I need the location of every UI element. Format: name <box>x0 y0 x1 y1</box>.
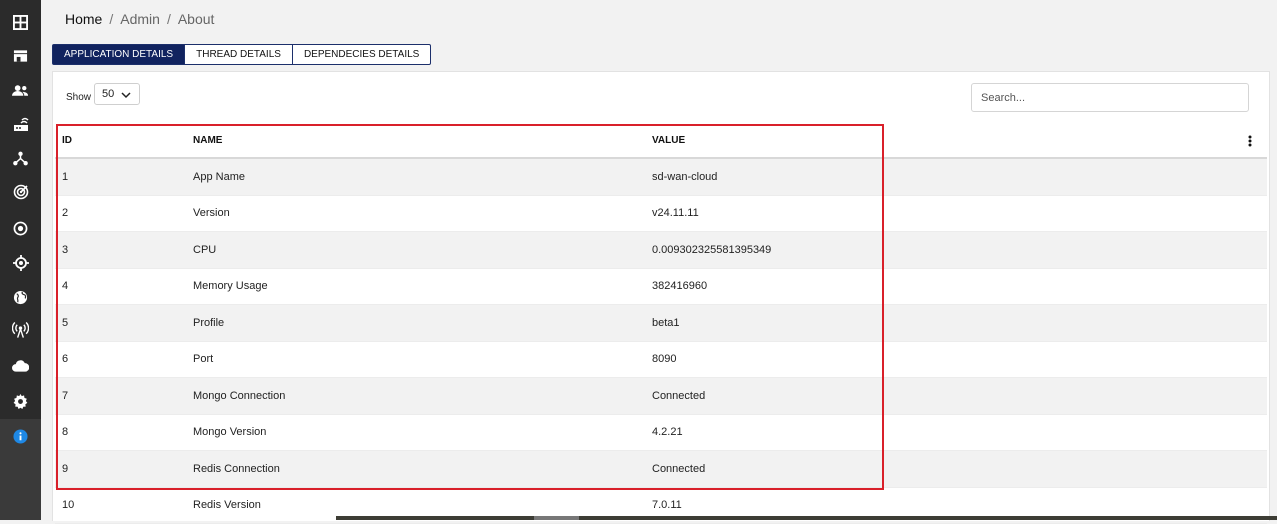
store-icon[interactable] <box>0 39 41 73</box>
sidebar-footer <box>0 453 41 520</box>
column-header-name[interactable]: NAME <box>193 135 222 146</box>
cell-name: Mongo Connection <box>193 390 285 402</box>
tab-application-details[interactable]: APPLICATION DETAILS <box>52 44 185 65</box>
cell-id: 8 <box>62 426 68 438</box>
cell-value: Connected <box>652 390 705 402</box>
cell-value: 0.009302325581395349 <box>652 244 771 256</box>
page-size-value: 50 <box>102 88 114 100</box>
breadcrumb-current: About <box>178 11 215 27</box>
users-icon[interactable] <box>0 73 41 107</box>
cell-value: Connected <box>652 463 705 475</box>
table-row: 9 Redis Connection Connected <box>55 451 1267 488</box>
breadcrumb-separator: / <box>167 11 171 27</box>
cell-name: Memory Usage <box>193 280 268 292</box>
table-row: 7 Mongo Connection Connected <box>55 378 1267 415</box>
tab-dependencies-details[interactable]: DEPENDECIES DETAILS <box>292 44 431 65</box>
cell-value: beta1 <box>652 317 680 329</box>
details-table: ID NAME VALUE 1 App Name sd-wan-cloud 2 Ver… <box>55 123 1267 524</box>
cell-id: 1 <box>62 171 68 183</box>
breadcrumb-separator: / <box>109 11 113 27</box>
more-vertical-icon[interactable] <box>1248 135 1252 150</box>
cell-name: CPU <box>193 244 216 256</box>
cell-value: v24.11.11 <box>652 207 699 219</box>
cell-value: 382416960 <box>652 280 707 292</box>
cell-id: 6 <box>62 353 68 365</box>
topology-icon[interactable] <box>0 141 41 175</box>
table-row: 5 Profile beta1 <box>55 305 1267 342</box>
cell-name: Redis Connection <box>193 463 280 475</box>
table-row: 2 Version v24.11.11 <box>55 196 1267 233</box>
cell-name: Version <box>193 207 230 219</box>
table-header: ID NAME VALUE <box>55 123 1267 159</box>
cell-value: 8090 <box>652 353 676 365</box>
cell-value: sd-wan-cloud <box>652 171 717 183</box>
column-header-value[interactable]: VALUE <box>652 135 685 146</box>
cell-id: 9 <box>62 463 68 475</box>
table-row: 4 Memory Usage 382416960 <box>55 269 1267 306</box>
cell-id: 7 <box>62 390 68 402</box>
breadcrumb-home[interactable]: Home <box>65 11 102 27</box>
cell-id: 2 <box>62 207 68 219</box>
table-row: 8 Mongo Version 4.2.21 <box>55 415 1267 452</box>
cell-name: Profile <box>193 317 224 329</box>
cell-id: 3 <box>62 244 68 256</box>
details-panel: Show 50 ID NAME VALUE 1 App Name sd-wan-cl… <box>52 71 1270 521</box>
taskbar-segment <box>534 516 579 520</box>
target-icon[interactable] <box>0 211 41 245</box>
taskbar-strip <box>336 516 1277 520</box>
info-icon[interactable] <box>0 419 41 453</box>
cell-id: 4 <box>62 280 68 292</box>
cloud-icon[interactable] <box>0 349 41 383</box>
gear-icon[interactable] <box>0 384 41 418</box>
sidebar <box>0 0 41 520</box>
table-row: 3 CPU 0.009302325581395349 <box>55 232 1267 269</box>
cell-name: Mongo Version <box>193 426 266 438</box>
cell-value: 7.0.11 <box>652 499 682 511</box>
tab-bar: APPLICATION DETAILS THREAD DETAILS DEPEN… <box>52 44 431 65</box>
search-input[interactable] <box>971 83 1249 112</box>
location-icon[interactable] <box>0 246 41 280</box>
cell-name: Redis Version <box>193 499 261 511</box>
breadcrumb: Home / Admin / About <box>65 11 214 27</box>
tab-thread-details[interactable]: THREAD DETAILS <box>184 44 293 65</box>
show-label: Show <box>66 92 91 103</box>
dashboard-icon[interactable] <box>0 5 41 39</box>
router-icon[interactable] <box>0 107 41 141</box>
table-row: 1 App Name sd-wan-cloud <box>55 159 1267 196</box>
chevron-down-icon <box>121 90 131 102</box>
table-row: 6 Port 8090 <box>55 342 1267 379</box>
globe-icon[interactable] <box>0 280 41 314</box>
cell-name: App Name <box>193 171 245 183</box>
radar-icon[interactable] <box>0 175 41 209</box>
cell-id: 10 <box>62 499 74 511</box>
breadcrumb-admin[interactable]: Admin <box>120 11 160 27</box>
column-header-id[interactable]: ID <box>62 135 72 146</box>
cell-name: Port <box>193 353 213 365</box>
page-size-select[interactable]: 50 <box>94 83 140 105</box>
cell-id: 5 <box>62 317 68 329</box>
antenna-icon[interactable] <box>0 313 41 347</box>
cell-value: 4.2.21 <box>652 426 683 438</box>
